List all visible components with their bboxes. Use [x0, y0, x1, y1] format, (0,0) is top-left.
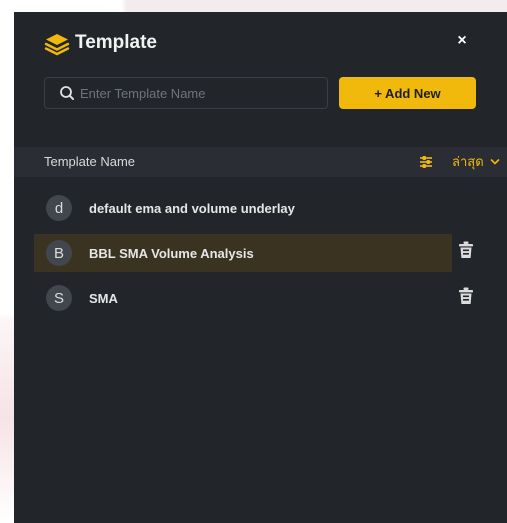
chevron-down-icon — [490, 159, 499, 165]
sort-dropdown[interactable]: ล่าสุด — [452, 153, 500, 171]
template-row-sma[interactable]: S SMA — [34, 279, 452, 317]
backdrop-left — [0, 0, 14, 523]
template-name: default ema and volume underlay — [89, 200, 295, 216]
search-icon — [60, 86, 74, 100]
template-row-default-ema[interactable]: d default ema and volume underlay — [34, 189, 452, 227]
backdrop-top — [0, 0, 507, 12]
list-header: Template Name ล่าสุด — [14, 147, 507, 177]
avatar: S — [46, 285, 72, 311]
template-row-bbl-sma[interactable]: B BBL SMA Volume Analysis — [34, 234, 452, 272]
close-icon: × — [457, 32, 467, 49]
panel-header: Template × — [14, 12, 507, 74]
layers-icon — [44, 34, 70, 56]
trash-icon[interactable] — [458, 241, 474, 259]
search-box[interactable] — [44, 77, 328, 109]
template-panel: Template × + Add New Template Name ล่าสุ… — [14, 12, 507, 523]
template-name: SMA — [89, 290, 118, 306]
column-title: Template Name — [44, 154, 136, 169]
trash-icon[interactable] — [458, 287, 474, 305]
add-new-button[interactable]: + Add New — [339, 77, 476, 109]
template-name: BBL SMA Volume Analysis — [89, 245, 254, 261]
page-title: Template — [75, 32, 158, 53]
avatar: d — [46, 195, 72, 221]
close-button[interactable]: × — [451, 30, 473, 52]
sort-label: ล่าสุด — [452, 154, 484, 169]
search-input[interactable] — [75, 79, 327, 107]
avatar: B — [46, 240, 72, 266]
sliders-icon[interactable] — [418, 154, 434, 170]
